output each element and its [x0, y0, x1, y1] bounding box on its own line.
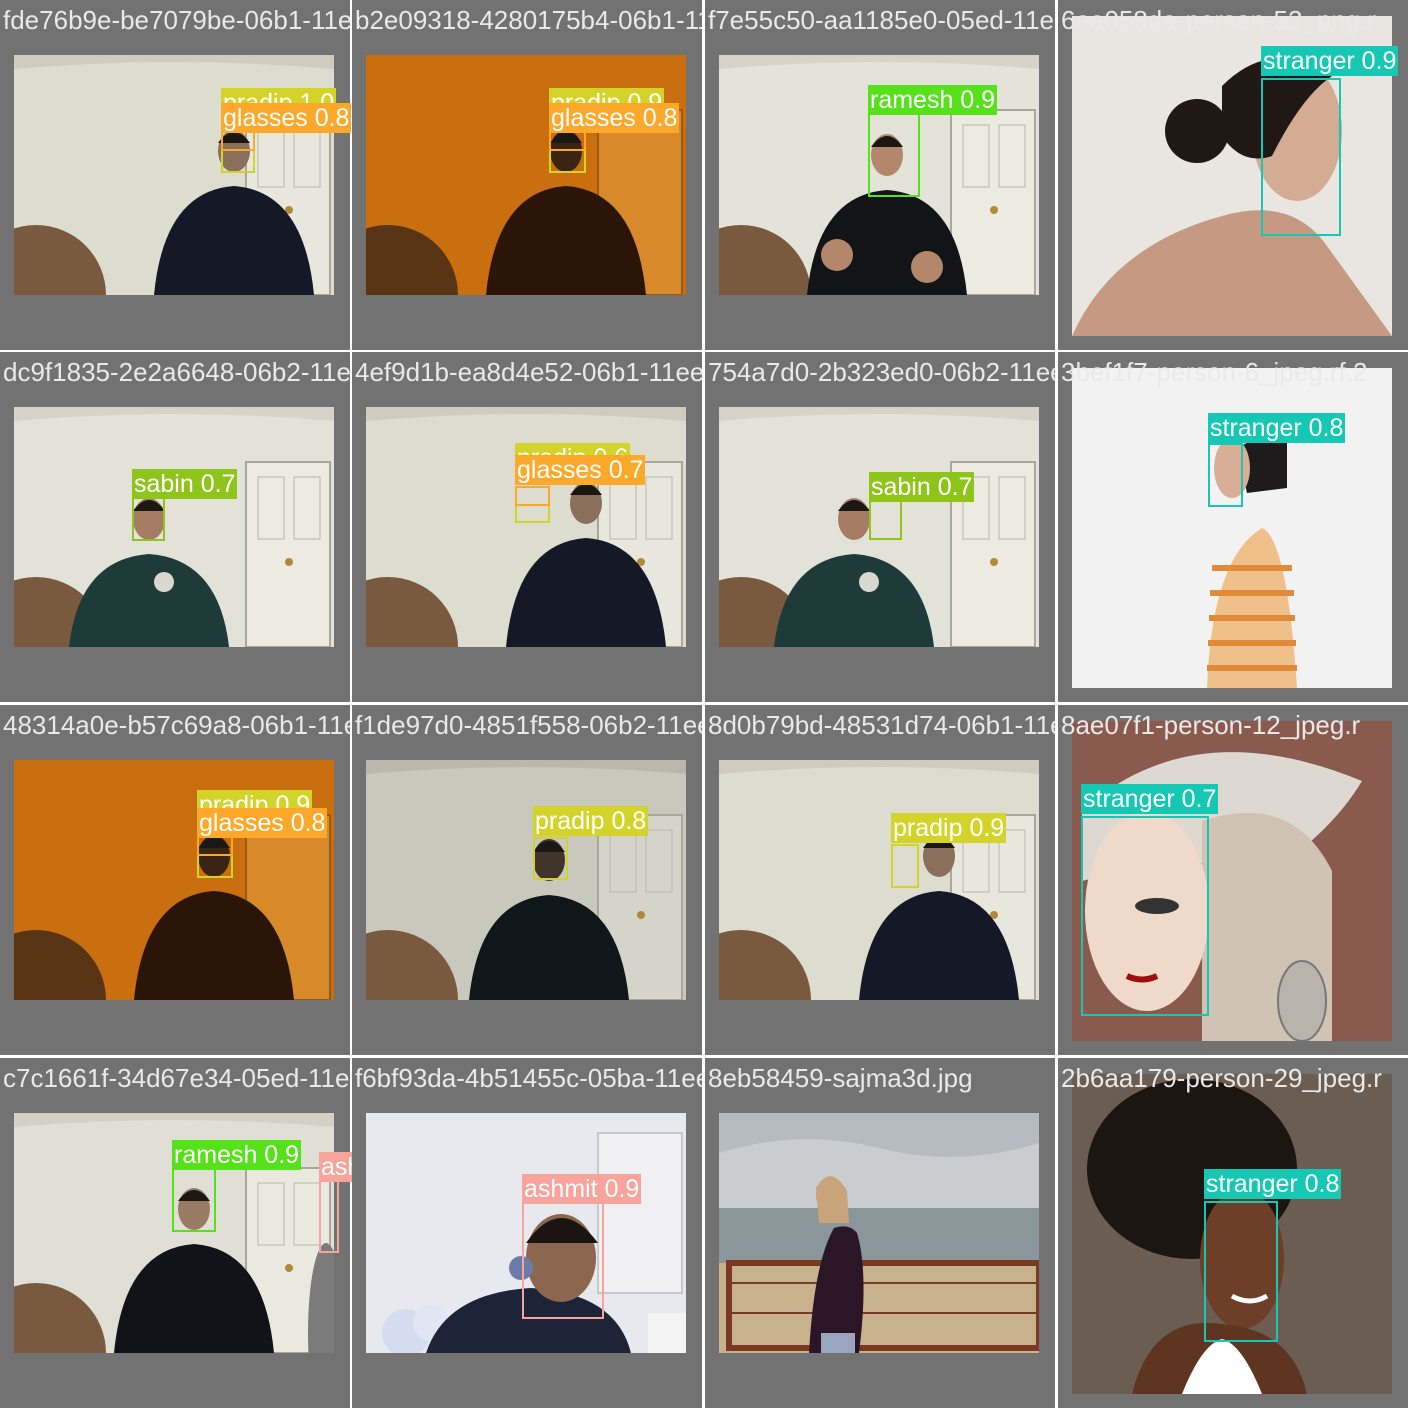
mosaic-tile: dc9f1835-2e2a6648-06b2-11ee-9717-48541ea…	[0, 352, 350, 702]
detection-label: stranger 0.7	[1081, 784, 1219, 814]
detection-box	[319, 1180, 339, 1253]
detection-box	[1261, 78, 1341, 236]
mosaic-tile: 3bef1f7-person-6_jpeg.rf.2	[1058, 352, 1408, 702]
detection-label: glasses 0.8	[549, 103, 680, 133]
detection-label: ramesh 0.9	[868, 85, 998, 115]
detection-box	[891, 844, 919, 888]
detection-label: ashmit 0.9	[522, 1174, 642, 1204]
detection-label: ramesh 0.9	[172, 1140, 302, 1170]
mosaic-tile: c7c1661f-34d67e34-05ed-11ee-98da-4851455…	[0, 1058, 350, 1408]
detection-label: stranger 0.8	[1208, 413, 1346, 443]
detection-label: glasses 0.8	[221, 103, 352, 133]
tile-photo	[14, 407, 334, 647]
tile-filename: fde76b9e-be7079be-06b1-11ee-9718-48517b6…	[3, 5, 350, 35]
mosaic-tile: 48314a0e-b57c69a8-06b1-11ee-9711-4855fc5…	[0, 705, 350, 1055]
mosaic-tile: 8eb58459-sajma3d.jpg	[705, 1058, 1055, 1408]
tile-filename: dc9f1835-2e2a6648-06b2-11ee-9717-48541ea…	[3, 357, 350, 387]
tile-photo	[366, 760, 686, 1000]
detection-box	[533, 837, 568, 880]
mosaic-tile: b2e09318-4280175b4-06b1-11ee-9718-4855fb…	[352, 0, 702, 350]
detection-label: sabin 0.7	[132, 469, 238, 499]
detection-box	[197, 836, 233, 856]
tile-filename: 8ae07f1-person-12_jpeg.r	[1061, 710, 1361, 740]
detection-box	[522, 1200, 604, 1319]
detection-label: glasses 0.7	[515, 455, 646, 485]
detection-label: sabin 0.7	[869, 472, 975, 502]
mosaic-tile: f1de97d0-4851f558-06b2-11ee-9711-4851	[352, 705, 702, 1055]
tile-filename: 48314a0e-b57c69a8-06b1-11ee-9711-4855fc5…	[3, 710, 350, 740]
detection-box	[1204, 1201, 1278, 1342]
tile-filename: f6bf93da-4b51455c-05ba-11ee-8	[355, 1063, 702, 1093]
detection-box	[515, 486, 550, 506]
tile-filename: 2b6aa179-person-29_jpeg.r	[1061, 1063, 1382, 1093]
tile-filename: 6ea058da-person-52_png.r	[1061, 5, 1377, 35]
tile-photo	[719, 760, 1039, 1000]
mosaic-grid: fde76b9e-be7079be-06b1-11ee-9718-48517b6…	[0, 0, 1408, 1408]
tile-photo	[719, 1113, 1039, 1353]
tile-filename: 8d0b79bd-48531d74-06b1-11ee-9711-4851	[708, 710, 1055, 740]
mosaic-tile: 4ef9d1b-ea8d4e52-06b1-11ee-9717-48541ea2	[352, 352, 702, 702]
detection-box	[132, 497, 165, 541]
tile-filename: 4ef9d1b-ea8d4e52-06b1-11ee-9717-48541ea2	[355, 357, 702, 387]
detection-box	[1208, 443, 1243, 507]
tile-filename: 3bef1f7-person-6_jpeg.rf.2	[1061, 357, 1368, 387]
mosaic-tile: 8d0b79bd-48531d74-06b1-11ee-9711-4851	[705, 705, 1055, 1055]
detection-box	[1081, 816, 1209, 1016]
tile-filename: f1de97d0-4851f558-06b2-11ee-9711-4851	[355, 710, 702, 740]
detection-label: stranger 0.8	[1204, 1169, 1342, 1199]
detection-label: stranger 0.9	[1261, 46, 1399, 76]
detection-box	[868, 113, 920, 197]
tile-filename: b2e09318-4280175b4-06b1-11ee-9718-4855fb…	[355, 5, 702, 35]
detection-label: pradip 0.8	[533, 806, 649, 836]
detection-label: pradip 0.9	[891, 813, 1007, 843]
mosaic-tile: fde76b9e-be7079be-06b1-11ee-9718-48517b6…	[0, 0, 350, 350]
tile-filename: f7e55c50-aa1185e0-05ed-11ee-98da-485	[708, 5, 1055, 35]
tile-filename: 8eb58459-sajma3d.jpg	[708, 1063, 973, 1093]
detection-label: glasses 0.8	[197, 808, 328, 838]
detection-box	[172, 1166, 216, 1232]
detection-box	[869, 498, 902, 540]
tile-filename: c7c1661f-34d67e34-05ed-11ee-98da-4851455…	[3, 1063, 350, 1093]
tile-filename: 754a7d0-2b323ed0-06b2-11ee-9717-4851	[708, 357, 1055, 387]
